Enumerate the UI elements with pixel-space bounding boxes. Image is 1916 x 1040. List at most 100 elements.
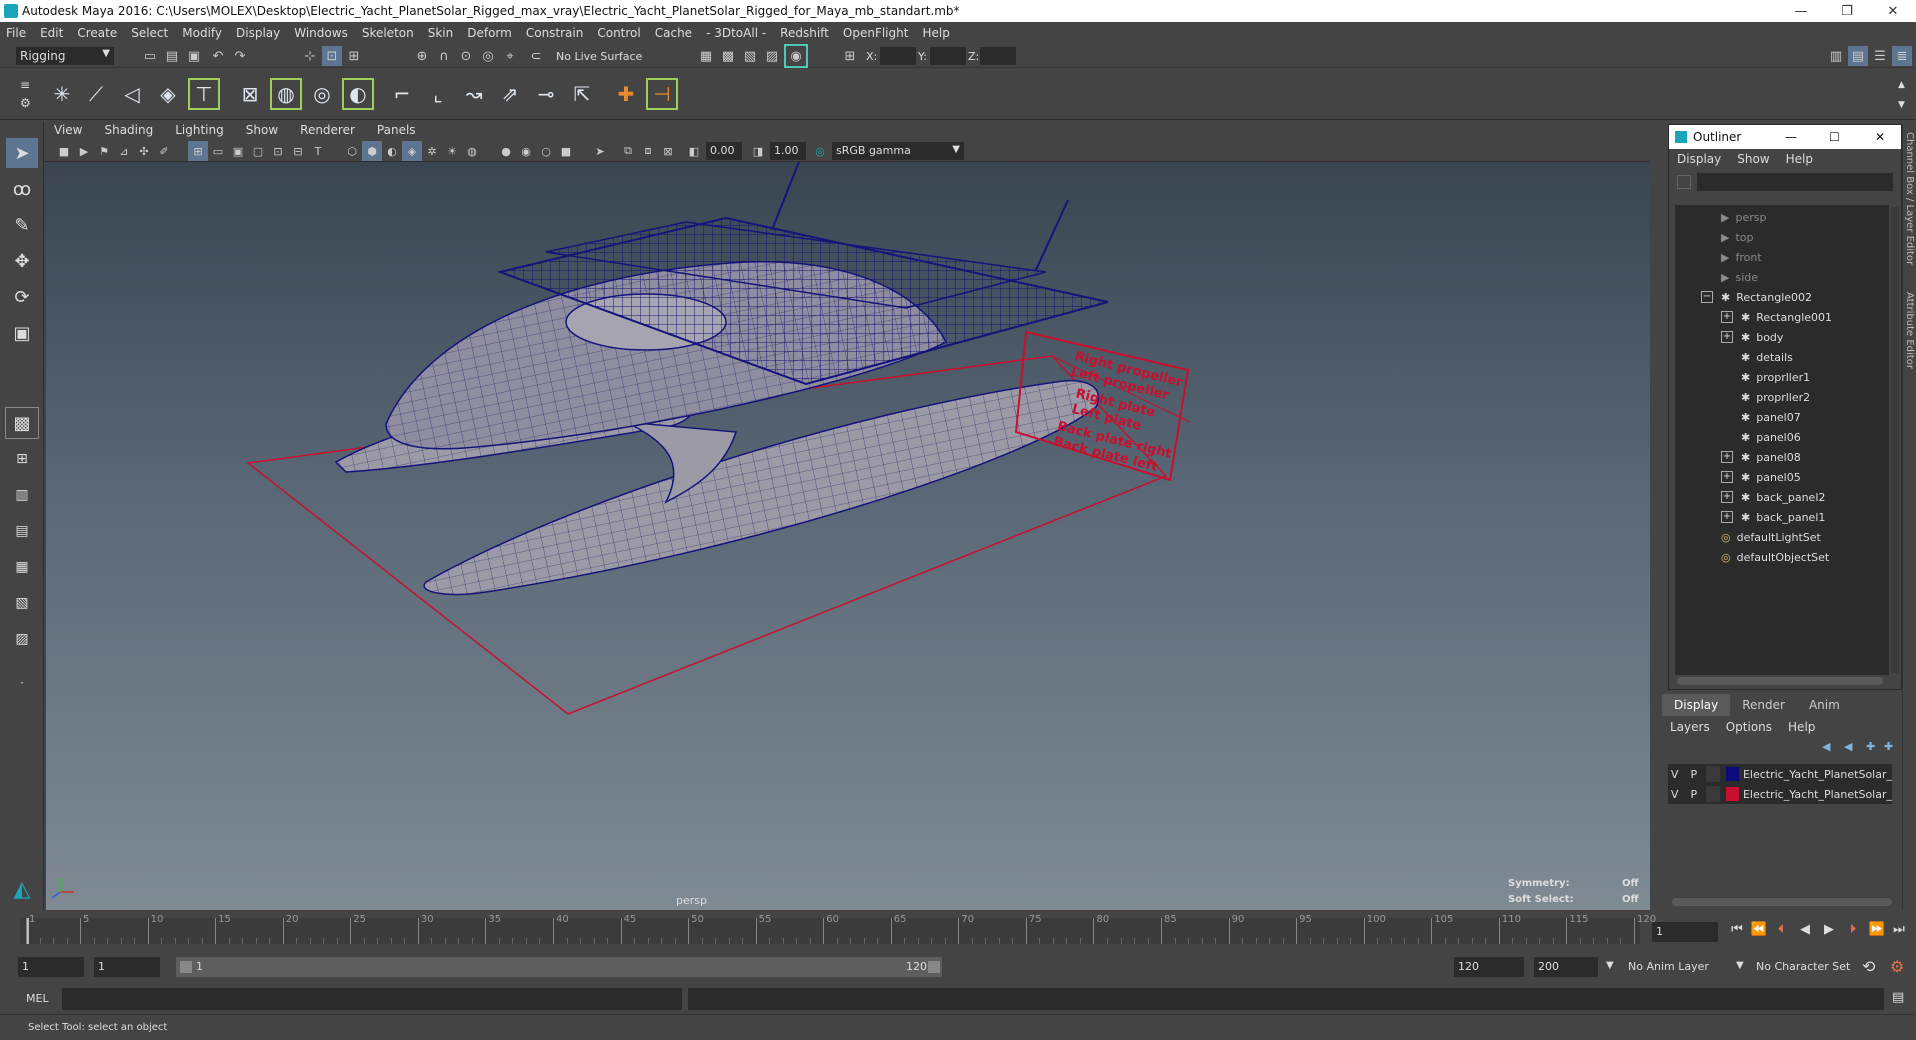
menu-modify[interactable]: Modify [182,26,222,40]
channel-box-tab[interactable]: Channel Box / Layer Editor [1904,132,1915,265]
color-management-icon[interactable]: ◎ [810,141,830,161]
outliner-horizontal-scrollbar[interactable] [1677,677,1883,685]
outliner-item-panel07[interactable]: ✱ panel07 [1741,407,1801,427]
open-scene-icon[interactable]: ▤ [162,46,182,66]
snap-view-icon[interactable]: ◎ [478,46,498,66]
outliner-item-body[interactable]: + ✱ body [1721,327,1783,347]
expand-icon[interactable]: + [1721,451,1733,463]
expand-icon[interactable]: + [1721,471,1733,483]
custom-layout-icon[interactable]: ▨ [6,624,38,654]
gate-mask-icon[interactable]: ▢ [248,141,268,161]
mirror-joint-icon[interactable]: ⌞ [422,78,454,110]
shelf-scroll-down-icon[interactable]: ▼ [1898,100,1905,110]
layer-playback-toggle[interactable]: P [1687,786,1700,802]
layer-visibility-toggle[interactable]: V [1668,766,1681,782]
smooth-shade-icon[interactable]: ⬢ [362,141,382,161]
select-tool-icon[interactable]: ➤ [6,138,38,168]
rotate-tool-icon[interactable]: ⟳ [6,282,38,312]
perspective-viewport[interactable]: Right propeller Left propeller Right pla… [46,162,1650,910]
select-component-icon[interactable]: ⊞ [344,46,364,66]
film-gate-icon[interactable]: ▭ [208,141,228,161]
ipr-render-icon[interactable]: ▩ [718,46,738,66]
shelf-settings-icon[interactable]: ⚙ [20,96,31,110]
menu-edit[interactable]: Edit [40,26,63,40]
snap-grid-icon[interactable]: ⊕ [412,46,432,66]
modeling-toolkit-icon[interactable]: ▥ [1826,46,1846,66]
outliner-item-back-panel1[interactable]: + ✱ back_panel1 [1721,507,1825,527]
move-layer-down-icon[interactable]: ◀ [1844,740,1852,753]
menu-redshift[interactable]: Redshift [780,26,829,40]
move-layer-up-icon[interactable]: ◀ [1822,740,1830,753]
lattice-icon[interactable]: ◍ [270,78,302,110]
parent-constraint-icon[interactable]: ↝ [458,78,490,110]
animation-end-field[interactable]: 200 [1534,957,1598,977]
grid-toggle-icon[interactable]: ⊞ [188,141,208,161]
skin-bind-icon[interactable]: ◈ [152,78,184,110]
hypershade-persp-icon[interactable]: ▦ [6,552,38,582]
layer-name[interactable]: Electric_Yacht_PlanetSolar_ [1743,788,1892,801]
outliner-item-panel08[interactable]: + ✱ panel08 [1721,447,1801,467]
play-backwards-icon[interactable]: ◀ [1796,920,1814,938]
menu-3dtoall[interactable]: - 3DtoAll - [706,26,766,40]
attribute-editor-toggle-icon[interactable]: ▤ [1848,46,1868,66]
menu-constrain[interactable]: Constrain [526,26,584,40]
chevron-down-icon[interactable]: ▼ [1736,960,1744,971]
wireframe-on-shaded-icon[interactable]: ◈ [402,141,422,161]
textured-icon[interactable]: ✲ [422,141,442,161]
paint-weights-icon[interactable]: ⌐ [386,78,418,110]
blend-shape-icon[interactable]: ◐ [342,78,374,110]
snap-curve-icon[interactable]: ∩ [434,46,454,66]
expand-icon[interactable]: + [1721,511,1733,523]
shelf-menu-icon[interactable]: ≡ [20,78,30,92]
menu-control[interactable]: Control [597,26,640,40]
x-field[interactable] [880,47,916,65]
two-d-pan-icon[interactable]: ✣ [134,141,154,161]
menu-openflight[interactable]: OpenFlight [843,26,909,40]
maya-home-icon[interactable]: ◭ [6,874,38,904]
gamma-icon[interactable]: ◨ [748,141,768,161]
range-slider[interactable]: 1 120 [176,957,942,977]
ambient-occlusion-icon[interactable]: ● [496,141,516,161]
outliner-menu-help[interactable]: Help [1786,152,1813,166]
isolate-select-icon[interactable]: ➤ [590,141,610,161]
default-material-icon[interactable]: ◐ [382,141,402,161]
point-constraint-icon[interactable]: ⇗ [494,78,526,110]
more-layouts-icon[interactable]: · [6,668,38,698]
shadows-icon[interactable]: ◍ [462,141,482,161]
menu-display[interactable]: Display [236,26,280,40]
motion-blur-icon[interactable]: ◉ [516,141,536,161]
channel-box-toggle-icon[interactable]: ≣ [1892,46,1912,66]
menu-file[interactable]: File [6,26,26,40]
tab-render[interactable]: Render [1730,694,1797,716]
go-to-start-icon[interactable]: ⏮ [1728,920,1746,938]
layer-name[interactable]: Electric_Yacht_PlanetSolar_ [1743,768,1892,781]
outliner-menu-display[interactable]: Display [1677,152,1721,166]
xray-icon[interactable]: ⧉ [618,141,638,161]
exposure-field[interactable]: 0.00 [706,142,742,160]
outliner-item-persp[interactable]: ▶ persp [1721,207,1766,227]
wireframe-icon[interactable]: ⬡ [342,141,362,161]
panel-menu-renderer[interactable]: Renderer [300,123,355,137]
outliner-filter-icon[interactable] [1677,175,1691,189]
expand-icon[interactable]: + [1721,311,1733,323]
outliner-vertical-scrollbar[interactable] [1891,207,1899,673]
outliner-minimize-button[interactable]: — [1785,130,1797,144]
menu-windows[interactable]: Windows [294,26,348,40]
outliner-item-proprller1[interactable]: ✱ proprller1 [1741,367,1810,387]
outliner-item-panel05[interactable]: + ✱ panel05 [1721,467,1801,487]
menu-help[interactable]: Help [922,26,949,40]
expand-icon[interactable]: + [1721,491,1733,503]
layer-menu-help[interactable]: Help [1788,720,1815,734]
outliner-maximize-button[interactable]: ☐ [1829,130,1840,144]
shelf-scroll-up-icon[interactable]: ▲ [1898,80,1905,90]
display-layer-row[interactable]: V P Electric_Yacht_PlanetSolar_ [1668,784,1892,804]
restore-button[interactable]: ❐ [1826,0,1868,22]
aim-constraint-icon[interactable]: ⇱ [566,78,598,110]
xray-components-icon[interactable]: ⊠ [658,141,678,161]
new-layer-from-selected-icon[interactable]: ✚ [1884,740,1893,753]
animation-start-field[interactable]: 1 [18,957,84,977]
use-all-lights-icon[interactable]: ☀ [442,141,462,161]
snap-surface-icon[interactable]: ⌖ [500,46,520,66]
layer-playback-toggle[interactable]: P [1687,766,1700,782]
step-back-key-icon[interactable]: ⏴ [1772,920,1790,938]
